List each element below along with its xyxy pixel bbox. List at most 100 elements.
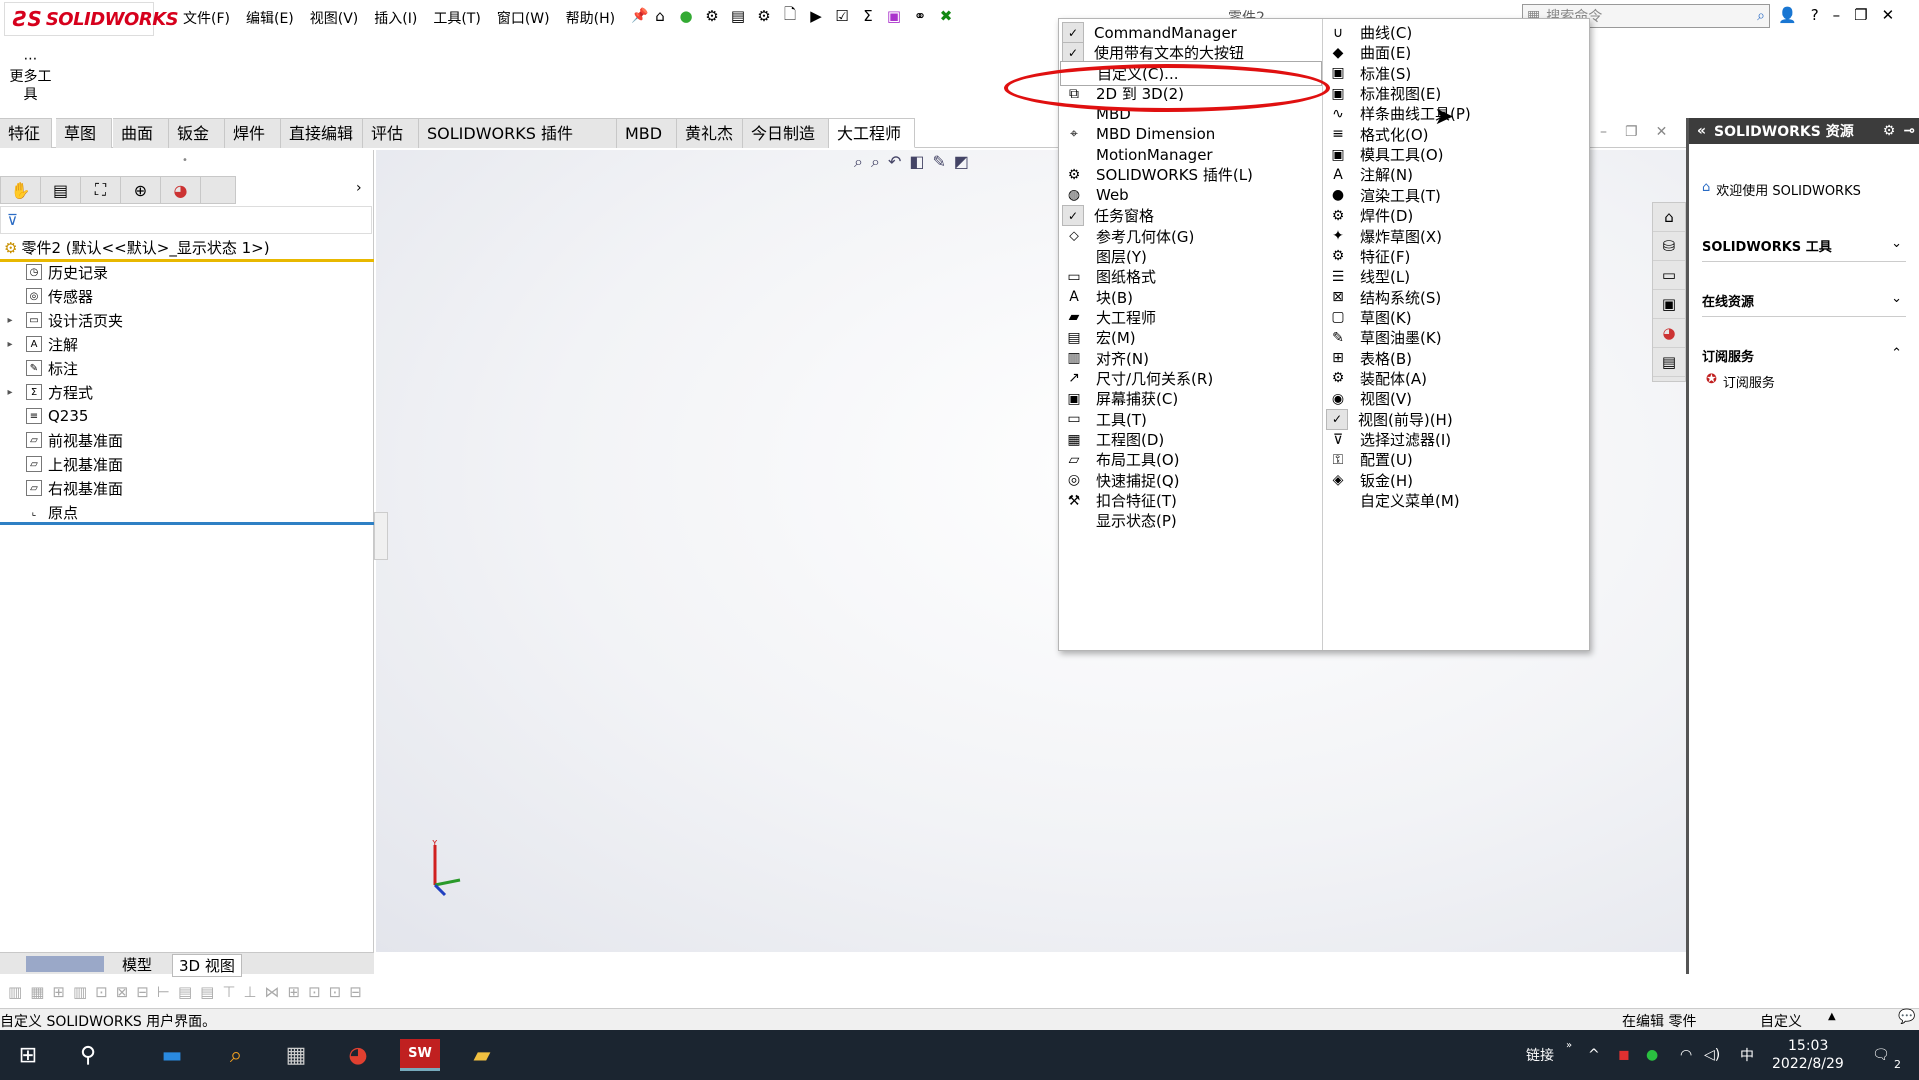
tree-item-front-plane[interactable]: ▱ 前视基准面: [0, 428, 123, 452]
configuration-manager-icon[interactable]: ⛶: [81, 177, 121, 203]
tree-item-top-plane[interactable]: ▱ 上视基准面: [0, 452, 123, 476]
tab-big-engineer[interactable]: 大工程师: [829, 118, 915, 148]
tray-app-icon[interactable]: ◼: [1618, 1030, 1630, 1080]
tree-item-history[interactable]: ◷ 历史记录: [0, 260, 108, 284]
vp-minimize-icon[interactable]: –: [1600, 124, 1607, 140]
section-view-icon[interactable]: ◧: [909, 152, 924, 172]
align-icon[interactable]: ⋈: [264, 983, 279, 1001]
align-icon[interactable]: ⊡: [95, 983, 108, 1001]
align-icon[interactable]: ⊡: [329, 983, 342, 1001]
desktop-icon[interactable]: ▬: [156, 1039, 188, 1071]
zoom-area-icon[interactable]: ⌕: [871, 152, 880, 172]
image-icon[interactable]: ▣: [884, 6, 904, 26]
traffic-light-icon[interactable]: ●: [676, 6, 696, 26]
tree-item-annotations[interactable]: ▸ A 注解: [0, 332, 78, 356]
dimxpert-icon[interactable]: ⊕: [121, 177, 161, 203]
rollback-bar[interactable]: [0, 522, 374, 525]
align-icon[interactable]: ⊠: [116, 983, 129, 1001]
clock-date[interactable]: 2022/8/29: [1772, 1039, 1844, 1080]
panel-grip-icon[interactable]: •: [182, 155, 188, 166]
previous-view-icon[interactable]: ↶: [888, 152, 901, 172]
menu-edit[interactable]: 编辑(E): [238, 8, 302, 28]
tree-item-equations[interactable]: ▸ Σ 方程式: [0, 380, 93, 404]
notification-icon[interactable]: 🗨: [1872, 1030, 1890, 1080]
user-icon[interactable]: 👤: [1778, 6, 1797, 24]
chat-icon[interactable]: 💬: [1898, 1009, 1915, 1025]
align-icon[interactable]: ▥: [8, 983, 22, 1001]
solidworks-logo[interactable]: ƧS SOLIDWORKS: [4, 2, 179, 36]
menu-window[interactable]: 窗口(W): [489, 8, 558, 28]
panel-splitter[interactable]: [374, 512, 388, 560]
align-icon[interactable]: ▦: [30, 983, 44, 1001]
tab-features[interactable]: 特征: [0, 118, 52, 148]
chevron-right-icon[interactable]: ›: [356, 180, 362, 196]
play-icon[interactable]: ▶: [806, 6, 826, 26]
volume-icon[interactable]: ◁): [1704, 1030, 1720, 1080]
windows-start-icon[interactable]: ⊞: [12, 1039, 44, 1071]
align-icon[interactable]: ⊞: [287, 983, 300, 1001]
menu-file[interactable]: 文件(F): [175, 8, 238, 28]
section-sw-tools[interactable]: SOLIDWORKS 工具 ⌄: [1702, 236, 1906, 262]
menu-item[interactable]: 自定义菜单(M): [1324, 488, 1588, 513]
help-icon[interactable]: ?: [1811, 6, 1819, 24]
feature-manager-icon[interactable]: ✋: [1, 177, 41, 203]
tab-nav-arrows[interactable]: [26, 956, 104, 972]
menu-item[interactable]: 显示状态(P): [1060, 508, 1322, 533]
tab-direct-edit[interactable]: 直接编辑: [281, 118, 363, 148]
custom-properties-icon[interactable]: ▤: [1653, 348, 1685, 377]
search-icon[interactable]: ⚲: [72, 1039, 104, 1071]
align-icon[interactable]: ▤: [178, 983, 192, 1001]
property-manager-icon[interactable]: ▤: [41, 177, 81, 203]
tab-evaluate[interactable]: 评估: [363, 118, 419, 148]
welcome-row[interactable]: ⌂ 欢迎使用 SOLIDWORKS: [1702, 180, 1861, 199]
options-icon[interactable]: ⚙: [702, 6, 722, 26]
tree-item-design-binder[interactable]: ▸ ▭ 设计活页夹: [0, 308, 123, 332]
tree-item-markup[interactable]: ✎ 标注: [0, 356, 78, 380]
more-tools-button[interactable]: ⋯ 更多工具: [8, 50, 53, 104]
tab-3d-view[interactable]: 3D 视图: [172, 954, 242, 977]
chrome-icon[interactable]: ◕: [342, 1039, 374, 1071]
section-subscription[interactable]: 订阅服务 ⌃: [1702, 346, 1906, 371]
tab-weldments[interactable]: 焊件: [225, 118, 281, 148]
wifi-icon[interactable]: ◠: [1680, 1030, 1692, 1080]
calculator-icon[interactable]: ▦: [280, 1039, 312, 1071]
pin-icon[interactable]: ⊸: [1903, 123, 1915, 139]
gear-icon[interactable]: ⚙: [754, 6, 774, 26]
minimize-icon[interactable]: –: [1833, 6, 1841, 24]
tab-sheet-metal[interactable]: 钣金: [169, 118, 225, 148]
align-icon[interactable]: ⊟: [136, 983, 149, 1001]
vp-restore-icon[interactable]: ❐: [1625, 124, 1638, 140]
menu-help[interactable]: 帮助(H): [558, 8, 623, 28]
align-icon[interactable]: ▥: [73, 983, 87, 1001]
tray-up-icon[interactable]: ^: [1588, 1030, 1600, 1080]
sigma-icon[interactable]: Σ: [858, 6, 878, 26]
list-icon[interactable]: ▤: [728, 6, 748, 26]
expand-icon[interactable]: »: [1566, 1020, 1572, 1070]
tab-surface[interactable]: 曲面: [113, 118, 169, 148]
tree-item-origin[interactable]: ⌞ 原点: [0, 500, 78, 524]
tab-model[interactable]: 模型: [122, 954, 152, 975]
menu-tools[interactable]: 工具(T): [425, 8, 488, 28]
search-icon[interactable]: ⌕: [1757, 8, 1765, 24]
dynamic-annotation-icon[interactable]: ✎: [932, 152, 945, 172]
search-app-icon[interactable]: ⌕: [220, 1039, 252, 1071]
tab-today-manufacturing[interactable]: 今日制造: [743, 118, 829, 148]
tree-root-part[interactable]: ⚙ 零件2 (默认<<默认>_显示状态 1>): [0, 236, 374, 262]
zoom-fit-icon[interactable]: ⌕: [854, 152, 863, 172]
align-icon[interactable]: ⊢: [157, 983, 170, 1001]
tree-filter[interactable]: ⊽: [0, 206, 372, 234]
taskbar-link[interactable]: 链接: [1526, 1030, 1554, 1080]
view-orientation-icon[interactable]: ◩: [954, 152, 969, 172]
restore-icon[interactable]: ❐: [1854, 6, 1867, 24]
tree-item-sensors[interactable]: ◎ 传感器: [0, 284, 93, 308]
design-library-icon[interactable]: ⛁: [1653, 232, 1685, 261]
menu-insert[interactable]: 插入(I): [366, 8, 425, 28]
file-explorer-icon[interactable]: ▭: [1653, 261, 1685, 290]
close-icon[interactable]: ✕: [1882, 6, 1895, 24]
vp-close-icon[interactable]: ✕: [1656, 124, 1668, 140]
tree-item-material[interactable]: ≡ Q235: [0, 404, 88, 428]
align-icon[interactable]: ⊡: [308, 983, 321, 1001]
excel-icon[interactable]: ✖: [936, 6, 956, 26]
tab-addins[interactable]: SOLIDWORKS 插件: [419, 118, 617, 148]
align-icon[interactable]: ⊟: [349, 983, 362, 1001]
